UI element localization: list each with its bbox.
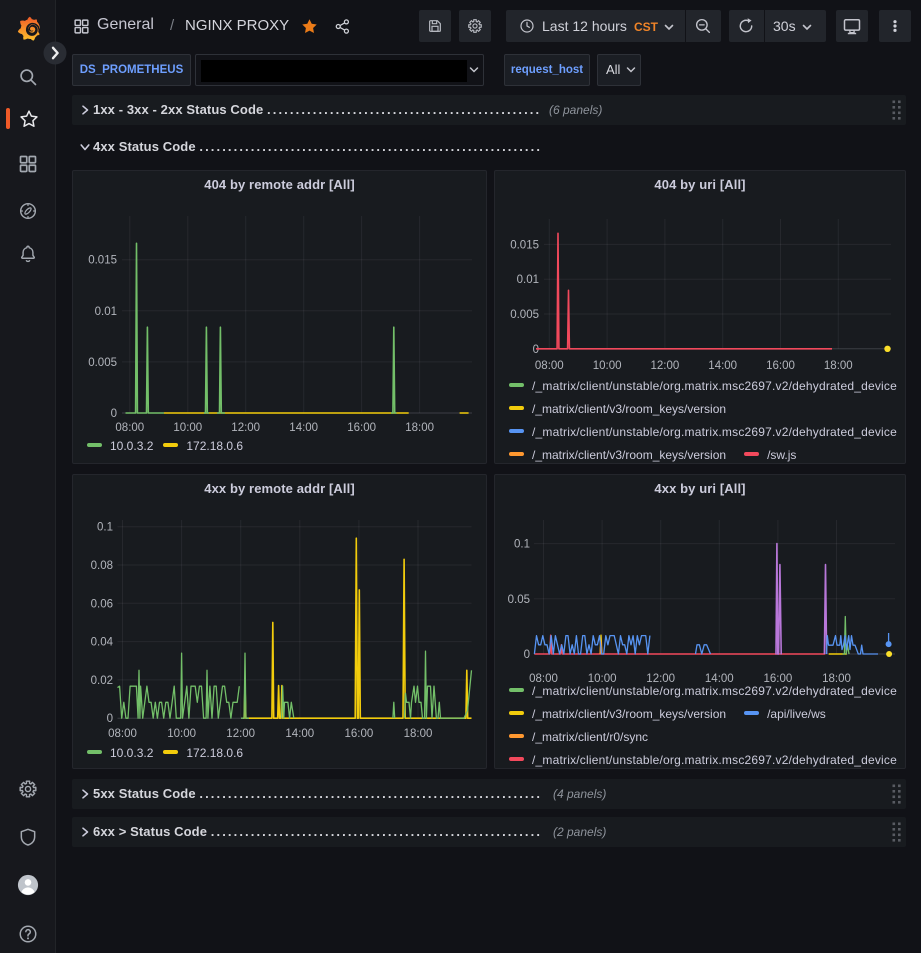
svg-text:10:00: 10:00 — [167, 728, 196, 740]
svg-text:0.015: 0.015 — [510, 239, 539, 251]
svg-text:08:00: 08:00 — [535, 360, 564, 372]
svg-text:08:00: 08:00 — [108, 728, 137, 740]
svg-text:0.08: 0.08 — [91, 560, 113, 572]
svg-text:0.01: 0.01 — [517, 274, 539, 286]
svg-text:18:00: 18:00 — [404, 728, 433, 740]
svg-text:0.005: 0.005 — [510, 309, 539, 321]
svg-text:16:00: 16:00 — [345, 728, 374, 740]
svg-text:16:00: 16:00 — [347, 422, 376, 434]
svg-text:16:00: 16:00 — [766, 360, 795, 372]
svg-text:12:00: 12:00 — [231, 422, 260, 434]
svg-text:08:00: 08:00 — [115, 422, 144, 434]
svg-text:0.015: 0.015 — [88, 255, 117, 267]
svg-text:14:00: 14:00 — [285, 728, 314, 740]
svg-text:0.06: 0.06 — [91, 598, 113, 610]
svg-text:0: 0 — [107, 713, 113, 725]
svg-text:0: 0 — [111, 408, 117, 420]
svg-text:10:00: 10:00 — [173, 422, 202, 434]
svg-text:0.05: 0.05 — [508, 594, 530, 606]
svg-text:18:00: 18:00 — [824, 360, 853, 372]
svg-text:0: 0 — [524, 649, 530, 661]
svg-text:14:00: 14:00 — [289, 422, 318, 434]
svg-text:12:00: 12:00 — [651, 360, 680, 372]
svg-text:12:00: 12:00 — [226, 728, 255, 740]
svg-text:0: 0 — [533, 344, 539, 356]
svg-text:0.1: 0.1 — [514, 539, 530, 551]
svg-text:0.1: 0.1 — [97, 522, 113, 534]
svg-text:10:00: 10:00 — [593, 360, 622, 372]
svg-text:0.005: 0.005 — [88, 357, 117, 369]
svg-text:14:00: 14:00 — [708, 360, 737, 372]
svg-text:0.02: 0.02 — [91, 675, 113, 687]
svg-text:0.01: 0.01 — [95, 306, 117, 318]
svg-text:0.04: 0.04 — [91, 637, 114, 649]
svg-text:18:00: 18:00 — [405, 422, 434, 434]
